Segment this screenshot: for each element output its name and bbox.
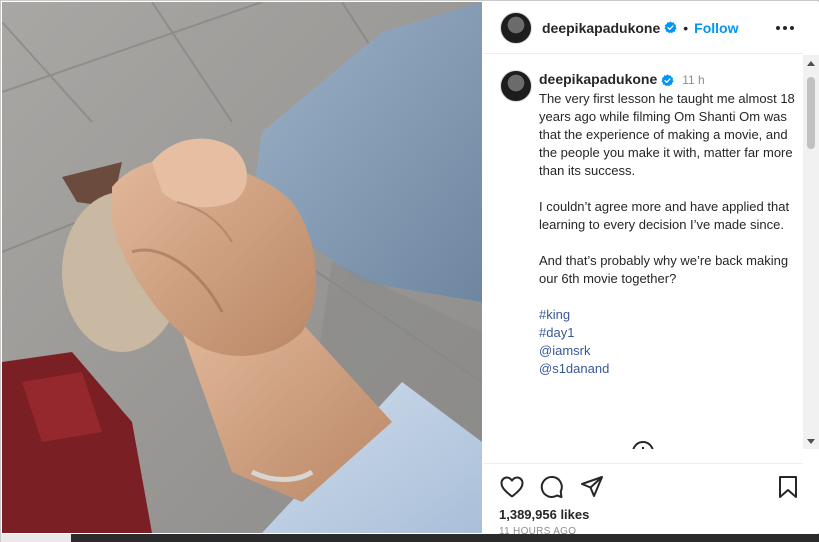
post-header: deepika­padukone • Follow [483, 2, 803, 54]
bookmark-icon[interactable] [775, 474, 801, 500]
add-circle-icon[interactable] [631, 440, 655, 449]
more-options-icon[interactable] [773, 16, 797, 40]
verified-badge-icon [664, 21, 677, 34]
share-icon[interactable] [579, 474, 605, 500]
post-side-panel: deepika­padukone • Follow deepikapadukon… [483, 2, 819, 537]
caption-author-avatar[interactable] [500, 70, 532, 102]
caption-body: deepikapadukone 11 h The very first less… [539, 70, 797, 378]
comment-icon[interactable] [539, 474, 565, 500]
caption-paragraph: The very first lesson he taught me almos… [539, 91, 795, 178]
post-photo[interactable] [2, 2, 482, 533]
taskbar-strip [1, 534, 819, 542]
heart-icon[interactable] [499, 474, 525, 500]
caption-time[interactable]: 11 h [682, 73, 704, 87]
scroll-down-icon[interactable] [803, 433, 819, 449]
taskbar-highlight [1, 534, 71, 542]
like-count[interactable]: 1,389,956 likes [499, 507, 589, 522]
author-username[interactable]: deepika­padukone [542, 20, 660, 36]
caption-paragraph: And that’s probably why we’re back makin… [539, 253, 789, 286]
scroll-up-icon[interactable] [803, 55, 819, 71]
hashtag-link[interactable]: #king [539, 306, 797, 324]
mention-link[interactable]: @s1danand [539, 360, 797, 378]
author-avatar[interactable] [500, 11, 532, 44]
post-modal: deepika­padukone • Follow deepikapadukon… [0, 0, 819, 542]
caption-username[interactable]: deepikapadukone [539, 71, 657, 87]
scrollbar-thumb[interactable] [807, 77, 815, 149]
caption-area: deepikapadukone 11 h The very first less… [483, 55, 803, 449]
caption-paragraph: I couldn’t agree more and have applied t… [539, 199, 790, 232]
mention-link[interactable]: @iamsrk [539, 342, 797, 360]
hashtag-link[interactable]: #day1 [539, 324, 797, 342]
action-bar [483, 463, 803, 509]
follow-button[interactable]: Follow [694, 20, 738, 36]
verified-badge-icon [661, 74, 674, 87]
photo-hands-image [2, 2, 482, 533]
caption-scrollbar[interactable] [803, 55, 819, 449]
caption-tags: #king #day1 @iamsrk @s1danand [539, 306, 797, 378]
separator-dot: • [683, 19, 689, 36]
